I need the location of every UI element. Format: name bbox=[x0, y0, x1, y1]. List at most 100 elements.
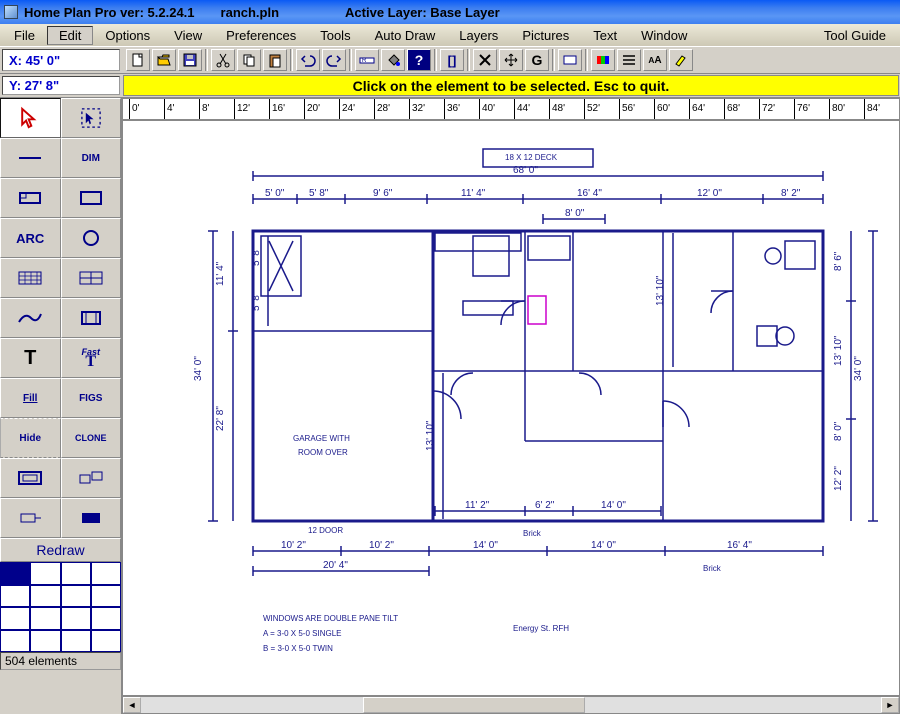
svg-text:8' 2": 8' 2" bbox=[781, 188, 801, 199]
flag-tool[interactable] bbox=[0, 498, 61, 538]
title-bar: Home Plan Pro ver: 5.2.24.1 ranch.pln Ac… bbox=[0, 0, 900, 24]
color-4[interactable] bbox=[0, 585, 30, 608]
door-tool[interactable] bbox=[61, 298, 122, 338]
menu-file[interactable]: File bbox=[2, 26, 47, 45]
menu-edit[interactable]: Edit bbox=[47, 26, 93, 45]
horizontal-scrollbar[interactable]: ◄ ► bbox=[122, 696, 900, 714]
ruler-tick: 0' bbox=[129, 99, 139, 119]
menu-options[interactable]: Options bbox=[93, 26, 162, 45]
svg-text:A = 3-0 X 5-0 SINGLE: A = 3-0 X 5-0 SINGLE bbox=[263, 629, 341, 638]
menu-layers[interactable]: Layers bbox=[447, 26, 510, 45]
pointer-tool[interactable] bbox=[0, 98, 61, 138]
menu-preferences[interactable]: Preferences bbox=[214, 26, 308, 45]
svg-text:20' 4": 20' 4" bbox=[323, 560, 348, 571]
arc-tool[interactable]: ARC bbox=[0, 218, 61, 258]
color-0[interactable] bbox=[0, 562, 30, 585]
menu-window[interactable]: Window bbox=[629, 26, 699, 45]
open-file-icon[interactable] bbox=[152, 49, 176, 71]
bold-icon[interactable]: [] bbox=[440, 49, 464, 71]
menu-view[interactable]: View bbox=[162, 26, 214, 45]
rect-tool[interactable] bbox=[0, 178, 61, 218]
rotate-icon[interactable]: G bbox=[525, 49, 549, 71]
solid-tool[interactable] bbox=[61, 498, 122, 538]
color-swatch-icon[interactable] bbox=[591, 49, 615, 71]
menu-text[interactable]: Text bbox=[581, 26, 629, 45]
svg-text:13' 10": 13' 10" bbox=[425, 420, 436, 451]
svg-text:8' 0": 8' 0" bbox=[833, 421, 844, 441]
main-toolbar: R ? [] G AA bbox=[122, 47, 697, 73]
copy-icon[interactable] bbox=[237, 49, 261, 71]
horizontal-ruler: 0'4'8'12'16'20'24'28'32'36'40'44'48'52'5… bbox=[122, 98, 900, 120]
color-5[interactable] bbox=[30, 585, 60, 608]
curve-tool[interactable] bbox=[0, 298, 61, 338]
color-8[interactable] bbox=[0, 607, 30, 630]
scroll-track[interactable] bbox=[141, 697, 881, 713]
delete-icon[interactable] bbox=[473, 49, 497, 71]
ruler-icon[interactable]: R bbox=[355, 49, 379, 71]
paste-icon[interactable] bbox=[263, 49, 287, 71]
grid-tool[interactable] bbox=[61, 258, 122, 298]
hide-tool[interactable]: Hide bbox=[0, 418, 61, 458]
color-6[interactable] bbox=[61, 585, 91, 608]
menu-toolguide[interactable]: Tool Guide bbox=[812, 26, 898, 45]
scroll-thumb[interactable] bbox=[363, 697, 585, 713]
svg-text:18 X 12 DECK: 18 X 12 DECK bbox=[505, 153, 558, 162]
ruler-tick: 28' bbox=[374, 99, 390, 119]
color-3[interactable] bbox=[91, 562, 121, 585]
hollow-tool[interactable] bbox=[61, 178, 122, 218]
new-file-icon[interactable] bbox=[126, 49, 150, 71]
color-11[interactable] bbox=[91, 607, 121, 630]
color-14[interactable] bbox=[61, 630, 91, 653]
svg-text:9' 6": 9' 6" bbox=[373, 188, 393, 199]
fasttext-tool[interactable]: FastT bbox=[61, 338, 122, 378]
dim-tool[interactable]: DIM bbox=[61, 138, 122, 178]
svg-text:34' 0": 34' 0" bbox=[193, 356, 204, 381]
highlight-icon[interactable] bbox=[669, 49, 693, 71]
ruler-tick: 68' bbox=[724, 99, 740, 119]
redo-icon[interactable] bbox=[322, 49, 346, 71]
menu-tools[interactable]: Tools bbox=[308, 26, 362, 45]
info-icon[interactable] bbox=[558, 49, 582, 71]
ruler-tick: 56' bbox=[619, 99, 635, 119]
lines-icon[interactable] bbox=[617, 49, 641, 71]
help-icon[interactable]: ? bbox=[407, 49, 431, 71]
ruler-tick: 40' bbox=[479, 99, 495, 119]
drawing-canvas[interactable]: 68' 0" 18 X 12 DECK 5' 0" 5' 8" 9' 6" 11… bbox=[122, 120, 900, 696]
ruler-tick: 24' bbox=[339, 99, 355, 119]
circle-tool[interactable] bbox=[61, 218, 122, 258]
tool-grid: DIM ARC T FastT Fill FIGS Hide CLONE bbox=[0, 98, 121, 538]
save-icon[interactable] bbox=[178, 49, 202, 71]
hollow-rect-tool[interactable] bbox=[0, 458, 61, 498]
scroll-right-icon[interactable]: ► bbox=[881, 697, 899, 713]
group-tool[interactable] bbox=[61, 458, 122, 498]
bucket-icon[interactable] bbox=[381, 49, 405, 71]
text-tool[interactable]: T bbox=[0, 338, 61, 378]
color-1[interactable] bbox=[30, 562, 60, 585]
menu-pictures[interactable]: Pictures bbox=[510, 26, 581, 45]
color-2[interactable] bbox=[61, 562, 91, 585]
fill-tool[interactable]: Fill bbox=[0, 378, 61, 418]
canvas-area: 0'4'8'12'16'20'24'28'32'36'40'44'48'52'5… bbox=[122, 98, 900, 714]
ruler-tick: 4' bbox=[164, 99, 174, 119]
menu-autodraw[interactable]: Auto Draw bbox=[363, 26, 448, 45]
pattern-tool[interactable] bbox=[0, 258, 61, 298]
line-tool[interactable] bbox=[0, 138, 61, 178]
color-12[interactable] bbox=[0, 630, 30, 653]
undo-icon[interactable] bbox=[296, 49, 320, 71]
marquee-tool[interactable] bbox=[61, 98, 122, 138]
color-7[interactable] bbox=[91, 585, 121, 608]
ruler-tick: 8' bbox=[199, 99, 209, 119]
color-10[interactable] bbox=[61, 607, 91, 630]
cut-icon[interactable] bbox=[211, 49, 235, 71]
pan-icon[interactable] bbox=[499, 49, 523, 71]
redraw-button[interactable]: Redraw bbox=[0, 538, 121, 562]
clone-tool[interactable]: CLONE bbox=[61, 418, 122, 458]
figs-tool[interactable]: FIGS bbox=[61, 378, 122, 418]
ruler-tick: 60' bbox=[654, 99, 670, 119]
color-15[interactable] bbox=[91, 630, 121, 653]
scroll-left-icon[interactable]: ◄ bbox=[123, 697, 141, 713]
font-icon[interactable]: AA bbox=[643, 49, 667, 71]
color-13[interactable] bbox=[30, 630, 60, 653]
color-9[interactable] bbox=[30, 607, 60, 630]
svg-text:6' 2": 6' 2" bbox=[535, 500, 555, 511]
